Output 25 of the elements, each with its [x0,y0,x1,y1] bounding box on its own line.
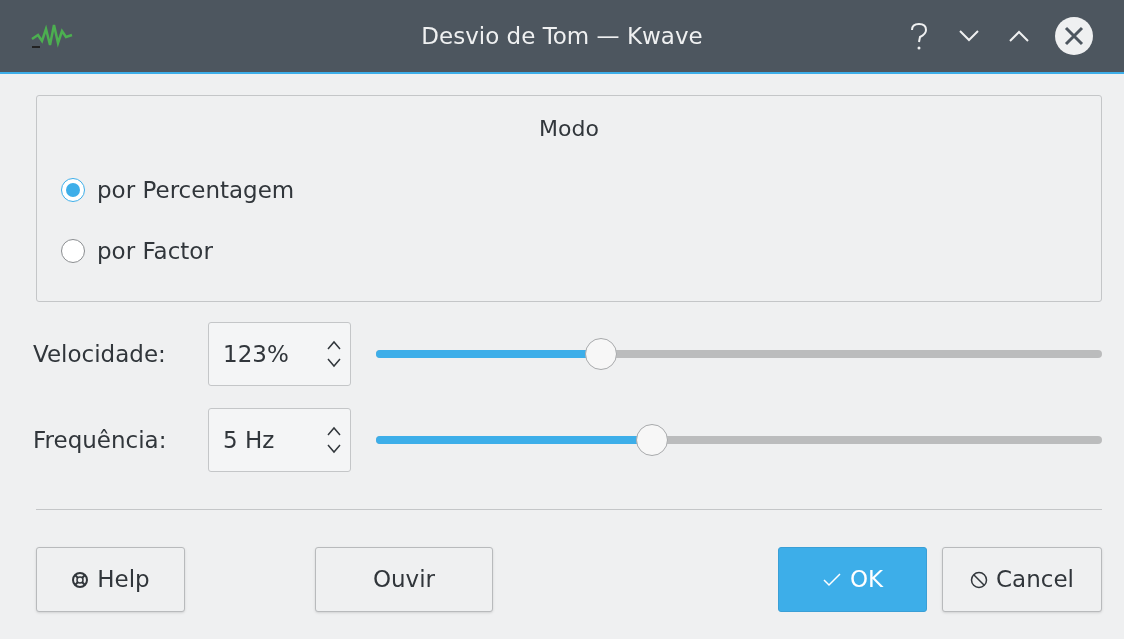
slider-thumb[interactable] [585,338,618,370]
spin-box[interactable]: 5 Hz [208,408,351,472]
radio-button[interactable] [61,238,85,263]
window-title: Desvio de Tom — Kwave [421,21,703,51]
cancel-button[interactable]: Cancel [942,547,1102,612]
radio-option[interactable]: por Factor [61,233,213,268]
spin-box[interactable]: 123% [208,322,351,386]
spin-arrows-icon[interactable] [326,338,342,370]
slider[interactable] [376,423,1102,457]
field-label: Velocidade: [33,339,167,369]
option-label: por Percentagem [97,176,295,205]
slider[interactable] [376,337,1102,371]
field-label: Frequência: [33,425,168,455]
slider-thumb[interactable] [635,424,668,456]
help-button[interactable]: Help [36,547,185,612]
cancel-icon [970,570,989,589]
radio-option[interactable]: por Percentagem [61,173,295,208]
group-title: Modo [538,115,600,143]
lifebuoy-icon [71,570,90,589]
spin-arrows-icon[interactable] [326,424,342,456]
option-label: por Factor [97,236,213,266]
plain-button[interactable]: Ouvir [315,547,493,612]
radio-button[interactable] [61,178,85,203]
checkmark-icon [821,571,842,588]
close-icon[interactable] [1054,16,1094,56]
